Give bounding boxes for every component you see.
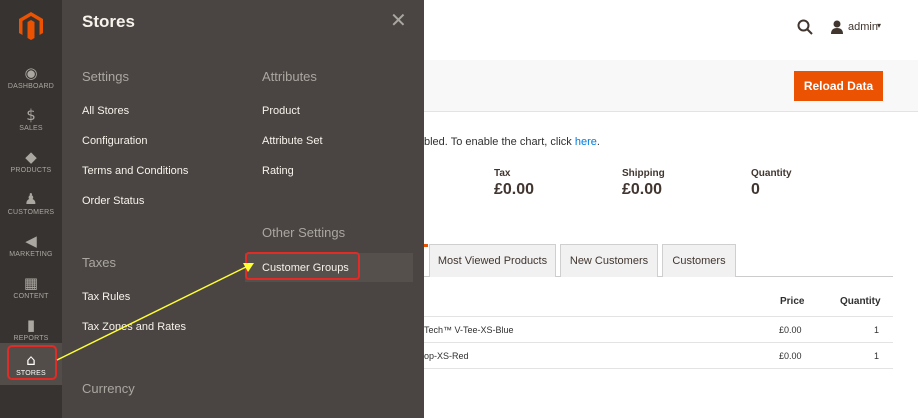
table-cell-quantity: 1 [874,325,880,335]
chevron-down-icon[interactable]: ▾ [877,21,881,30]
user-icon[interactable] [829,19,845,35]
sidebar-item-sales[interactable]: $ SALES [0,98,62,140]
search-icon[interactable] [797,19,813,35]
sidebar-item-label: CUSTOMERS [7,208,55,216]
magento-logo-icon [19,12,43,40]
sidebar-item-customers[interactable]: ♟ CUSTOMERS [0,182,62,224]
sidebar-item-label: CONTENT [13,292,49,300]
layout-icon: ▦ [23,273,39,292]
megaphone-icon: ◀ [25,231,37,250]
menu-item-rating[interactable]: Rating [262,165,294,177]
tab-customers[interactable]: Customers [662,244,736,277]
section-heading-currency: Currency [82,381,135,396]
menu-item-configuration[interactable]: Configuration [82,135,147,147]
table-cell-product: Tech™ V-Tee-XS-Blue [424,325,514,335]
stores-highlight-box [7,345,57,380]
row-divider [424,342,893,343]
menu-item-all-stores[interactable]: All Stores [82,105,129,117]
stat-label: Quantity [751,168,792,179]
menu-item-terms-and-conditions[interactable]: Terms and Conditions [82,165,188,177]
sidebar-item-label: REPORTS [13,334,49,342]
dollar-icon: $ [26,105,36,124]
menu-item-tax-zones-and-rates[interactable]: Tax Zones and Rates [82,321,186,333]
bar-chart-icon: ▮ [26,315,36,334]
stat-label: Tax [494,168,511,179]
flyout-title: Stores [82,12,135,31]
table-cell-product: op-XS-Red [424,351,469,361]
stat-label: Shipping [622,168,665,179]
sidebar-item-content[interactable]: ▦ CONTENT [0,266,62,308]
sidebar-item-marketing[interactable]: ◀ MARKETING [0,224,62,266]
cube-icon: ◆ [25,147,37,166]
magento-logo[interactable] [0,0,62,52]
close-icon[interactable]: ✕ [390,8,407,32]
menu-item-order-status[interactable]: Order Status [82,195,144,207]
menu-item-attribute-set[interactable]: Attribute Set [262,135,323,147]
enable-chart-link[interactable]: here [575,136,597,148]
dashboard-icon: ◉ [24,63,38,82]
stat-tax: Tax £0.00 [494,168,534,199]
table-cell-price: £0.00 [779,325,802,335]
section-heading-attributes: Attributes [262,69,317,84]
stat-value: 0 [751,181,760,198]
stat-value: £0.00 [494,181,535,198]
table-cell-quantity: 1 [874,351,880,361]
sidebar-item-label: MARKETING [9,250,53,258]
row-divider [424,316,893,317]
table-cell-price: £0.00 [779,351,802,361]
section-heading-taxes: Taxes [82,255,116,270]
column-header-price[interactable]: Price [780,296,804,307]
notice-end: . [596,136,600,148]
admin-page: admin ▾ Reload Data bled. To enable the … [0,0,918,418]
person-icon: ♟ [24,189,38,208]
admin-sidebar: ◉ DASHBOARD $ SALES ◆ PRODUCTS ♟ CUSTOME… [0,0,62,418]
notice-text: bled. To enable the chart, click [424,136,575,148]
stores-flyout-menu: Stores ✕ Settings All Stores Configurati… [62,0,424,418]
tab-most-viewed-products[interactable]: Most Viewed Products [429,244,556,277]
stat-shipping: Shipping £0.00 [622,168,665,199]
sidebar-item-dashboard[interactable]: ◉ DASHBOARD [0,56,62,98]
stat-value: £0.00 [622,181,663,198]
sidebar-item-products[interactable]: ◆ PRODUCTS [0,140,62,182]
sidebar-item-label: PRODUCTS [10,166,52,174]
stat-quantity: Quantity 0 [751,168,792,199]
sidebar-item-label: SALES [19,124,43,132]
menu-item-product[interactable]: Product [262,105,300,117]
reload-data-button[interactable]: Reload Data [794,71,883,101]
active-tab-accent [424,244,428,247]
sidebar-item-label: DASHBOARD [7,82,55,90]
column-header-quantity[interactable]: Quantity [840,296,881,307]
chart-disabled-notice: bled. To enable the chart, click here. [424,136,600,148]
menu-item-tax-rules[interactable]: Tax Rules [82,291,130,303]
customer-groups-highlight-box [245,252,360,280]
tab-new-customers[interactable]: New Customers [560,244,658,277]
admin-user-menu[interactable]: admin [848,21,878,33]
row-divider [424,368,893,369]
section-heading-other-settings: Other Settings [262,225,346,240]
section-heading-settings: Settings [82,69,129,84]
